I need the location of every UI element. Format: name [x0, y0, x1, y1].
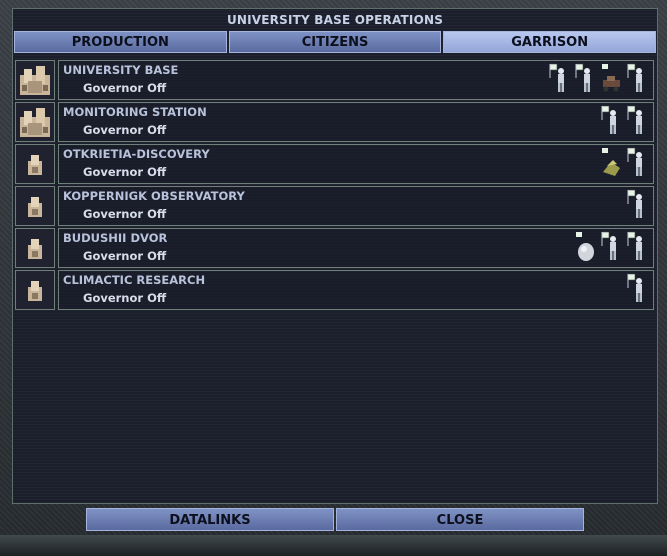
base-building-icon [28, 197, 42, 217]
rover-unit-icon[interactable] [601, 62, 621, 94]
base-building-icon [28, 155, 42, 175]
base-icon-cell[interactable] [15, 60, 55, 100]
base-row[interactable]: MONITORING STATION Governor Off [15, 102, 655, 142]
garrison-units [627, 272, 647, 308]
base-info-cell[interactable]: KOPPERNIGK OBSERVATORY Governor Off [58, 186, 654, 226]
base-building-icon [20, 66, 50, 95]
close-button[interactable]: CLOSE [336, 508, 584, 531]
base-name: MONITORING STATION [63, 105, 207, 119]
former-unit-icon[interactable] [601, 146, 621, 178]
base-icon-cell[interactable] [15, 270, 55, 310]
garrison-units [601, 104, 647, 140]
base-info-cell[interactable]: BUDUSHII DVOR Governor Off [58, 228, 654, 268]
tab-citizens[interactable]: CITIZENS [228, 31, 442, 53]
base-name: OTKRIETIA-DISCOVERY [63, 147, 210, 161]
governor-status: Governor Off [83, 249, 167, 263]
trooper-unit-icon[interactable] [601, 104, 621, 136]
tab-production[interactable]: PRODUCTION [14, 31, 227, 53]
trooper-unit-icon[interactable] [627, 62, 647, 94]
trooper-unit-icon[interactable] [627, 272, 647, 304]
garrison-units [549, 62, 647, 98]
base-row[interactable]: OTKRIETIA-DISCOVERY Governor Off [15, 144, 655, 184]
base-row[interactable]: BUDUSHII DVOR Governor Off [15, 228, 655, 268]
governor-status: Governor Off [83, 81, 167, 95]
governor-status: Governor Off [83, 291, 167, 305]
base-building-icon [28, 281, 42, 301]
base-row[interactable]: CLIMACTIC RESEARCH Governor Off [15, 270, 655, 310]
garrison-units [627, 188, 647, 224]
tab-garrison[interactable]: GARRISON [443, 31, 657, 53]
base-name: CLIMACTIC RESEARCH [63, 273, 206, 287]
base-info-cell[interactable]: OTKRIETIA-DISCOVERY Governor Off [58, 144, 654, 184]
base-icon-cell[interactable] [15, 144, 55, 184]
garrison-units [601, 146, 647, 182]
base-icon-cell[interactable] [15, 102, 55, 142]
base-info-cell[interactable]: UNIVERSITY BASE Governor Off [58, 60, 654, 100]
trooper-unit-icon[interactable] [627, 104, 647, 136]
base-info-cell[interactable]: CLIMACTIC RESEARCH Governor Off [58, 270, 654, 310]
base-name: BUDUSHII DVOR [63, 231, 168, 245]
governor-status: Governor Off [83, 123, 167, 137]
pod-unit-icon[interactable] [575, 230, 595, 262]
base-building-icon [28, 239, 42, 259]
bottom-button-bar: DATALINKS CLOSE [86, 508, 584, 531]
base-building-icon [20, 108, 50, 137]
base-name: KOPPERNIGK OBSERVATORY [63, 189, 245, 203]
trooper-unit-icon[interactable] [627, 188, 647, 220]
trooper-unit-icon[interactable] [627, 146, 647, 178]
datalinks-button[interactable]: DATALINKS [86, 508, 334, 531]
trooper-unit-icon[interactable] [601, 230, 621, 262]
trooper-unit-icon[interactable] [549, 62, 569, 94]
governor-status: Governor Off [83, 207, 167, 221]
garrison-units [575, 230, 647, 266]
base-icon-cell[interactable] [15, 186, 55, 226]
frame-bottom-decoration [0, 535, 667, 556]
governor-status: Governor Off [83, 165, 167, 179]
base-list: UNIVERSITY BASE Governor Off MONITORING … [15, 60, 655, 312]
base-icon-cell[interactable] [15, 228, 55, 268]
base-name: UNIVERSITY BASE [63, 63, 179, 77]
base-info-cell[interactable]: MONITORING STATION Governor Off [58, 102, 654, 142]
base-row[interactable]: KOPPERNIGK OBSERVATORY Governor Off [15, 186, 655, 226]
trooper-unit-icon[interactable] [575, 62, 595, 94]
window-title: UNIVERSITY BASE OPERATIONS [226, 13, 444, 27]
tab-bar: PRODUCTION CITIZENS GARRISON [14, 31, 657, 53]
trooper-unit-icon[interactable] [627, 230, 647, 262]
base-row[interactable]: UNIVERSITY BASE Governor Off [15, 60, 655, 100]
